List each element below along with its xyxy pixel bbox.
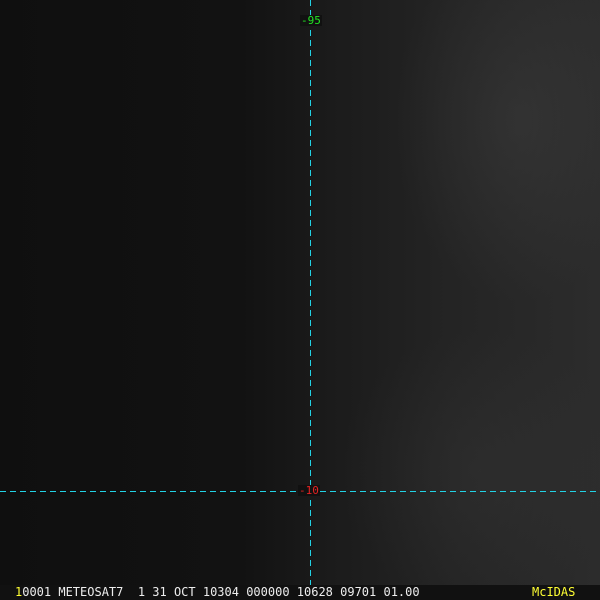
longitude-grid-line	[310, 0, 311, 585]
status-bar: 10001 METEOSAT7 1 31 OCT 10304 000000 10…	[0, 585, 600, 600]
satellite-image: -95 -10 10001 METEOSAT7 1 31 OCT 10304 0…	[0, 0, 600, 600]
longitude-label: -95	[300, 14, 322, 27]
image-info: 0001 METEOSAT7 1 31 OCT 10304 000000 106…	[22, 585, 420, 599]
latitude-label: -10	[298, 484, 320, 497]
mcidas-brand: McIDAS	[532, 585, 576, 599]
